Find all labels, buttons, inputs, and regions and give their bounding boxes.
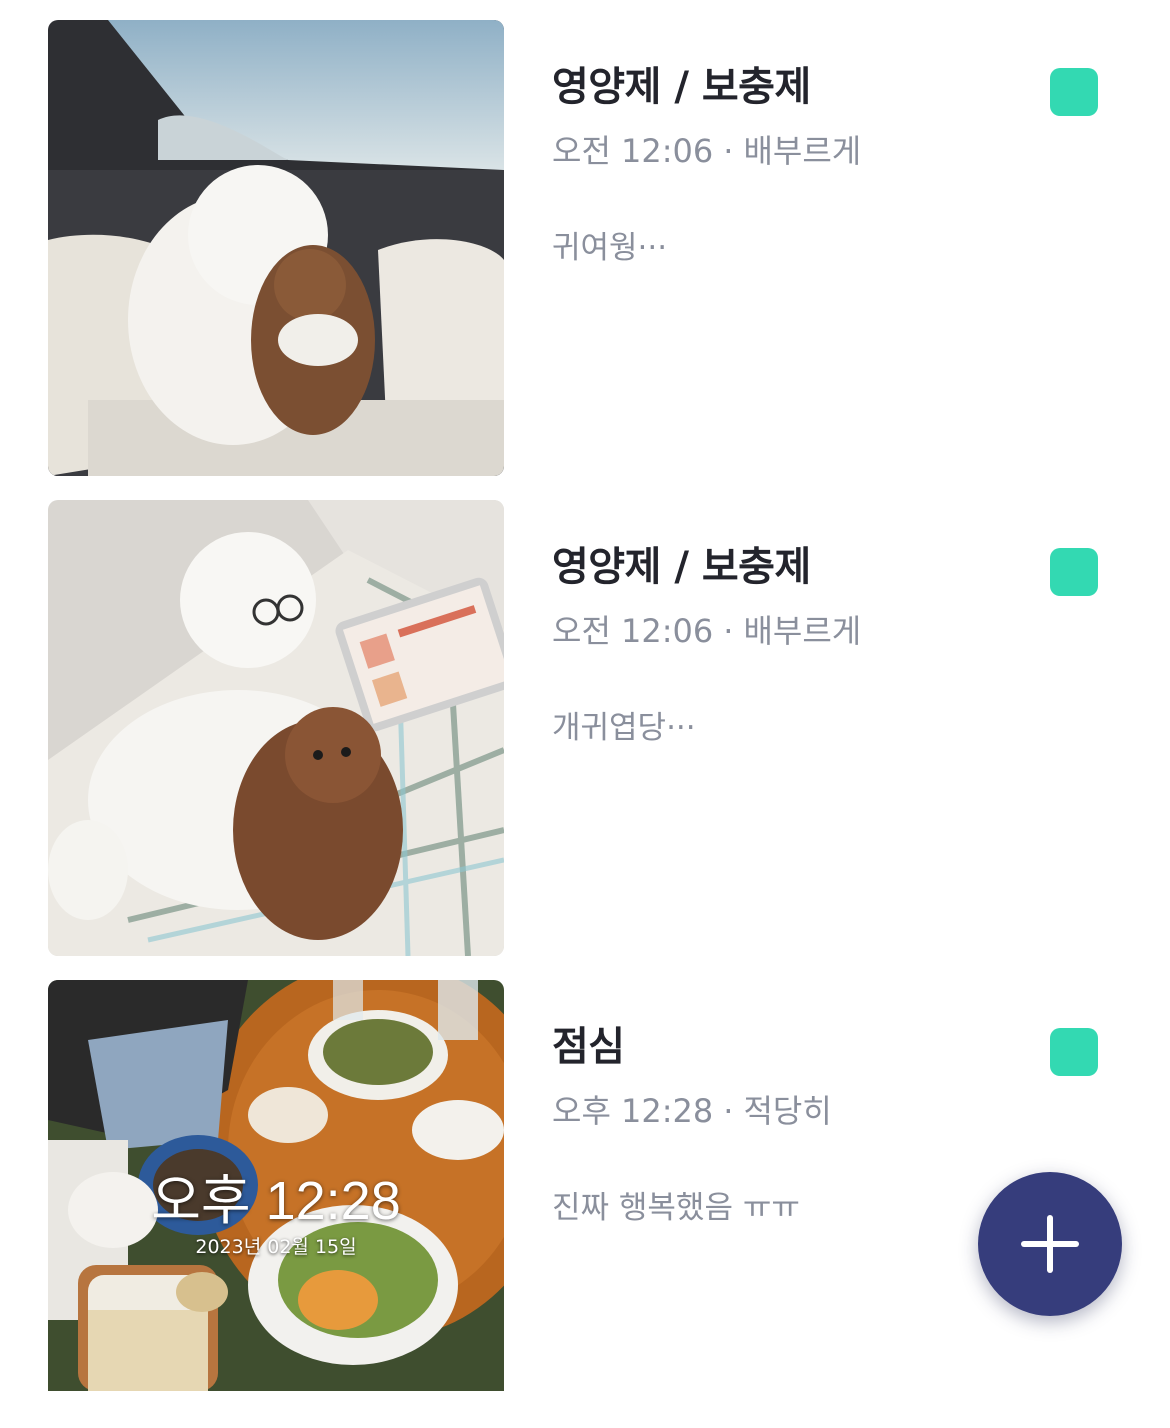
entry-title: 영양제 / 보충제 [552, 64, 811, 110]
entry-time: 오후 12:28 [552, 1092, 714, 1130]
category-tag [1050, 68, 1098, 116]
photo-overlay-time: 오후 12:28 [151, 1171, 401, 1231]
log-entry[interactable]: 영양제 / 보충제 오전 12:06 · 배부르게 귀여웡··· [0, 20, 1170, 476]
entry-time: 오전 12:06 [552, 612, 714, 650]
photo-overlay-date: 2023년 02월 15일 [195, 1236, 357, 1258]
entry-photo-dogs-in-car-seat[interactable] [48, 20, 504, 476]
meta-separator: · [723, 1092, 734, 1130]
entry-title: 영양제 / 보충제 [552, 544, 811, 590]
category-tag [1050, 1028, 1098, 1076]
entry-meta: 오전 12:06 · 배부르게 [552, 126, 861, 172]
entry-appetite: 배부르게 [743, 612, 862, 650]
entry-meta: 오전 12:06 · 배부르게 [552, 606, 861, 652]
plus-icon [1021, 1215, 1079, 1273]
dogs-in-car-seat-photo-icon [48, 20, 504, 476]
add-entry-button[interactable] [978, 1172, 1122, 1316]
entry-photo-dogs-with-tablet[interactable] [48, 500, 504, 956]
entry-memo: 개귀엽당··· [552, 710, 696, 746]
entry-meta: 오후 12:28 · 적당히 [552, 1086, 832, 1132]
meta-separator: · [723, 132, 734, 170]
log-entry[interactable]: 영양제 / 보충제 오전 12:06 · 배부르게 개귀엽당··· [0, 500, 1170, 956]
entry-memo: 진짜 행복했음 ㅠㅠ [552, 1190, 800, 1226]
entry-appetite: 배부르게 [743, 132, 862, 170]
meta-separator: · [723, 612, 734, 650]
dogs-with-tablet-photo-icon [48, 500, 504, 956]
entry-title: 점심 [552, 1024, 625, 1070]
entry-time: 오전 12:06 [552, 132, 714, 170]
entry-memo: 귀여웡··· [552, 230, 668, 266]
entry-appetite: 적당히 [743, 1092, 832, 1130]
meal-log-feed: 영양제 / 보충제 오전 12:06 · 배부르게 귀여웡··· 영양제 / 보… [0, 0, 1170, 1428]
entry-photo-lunch-table[interactable]: 오후 12:28 2023년 02월 15일 [48, 980, 504, 1391]
category-tag [1050, 548, 1098, 596]
list-bottom-edge [0, 1396, 1170, 1428]
